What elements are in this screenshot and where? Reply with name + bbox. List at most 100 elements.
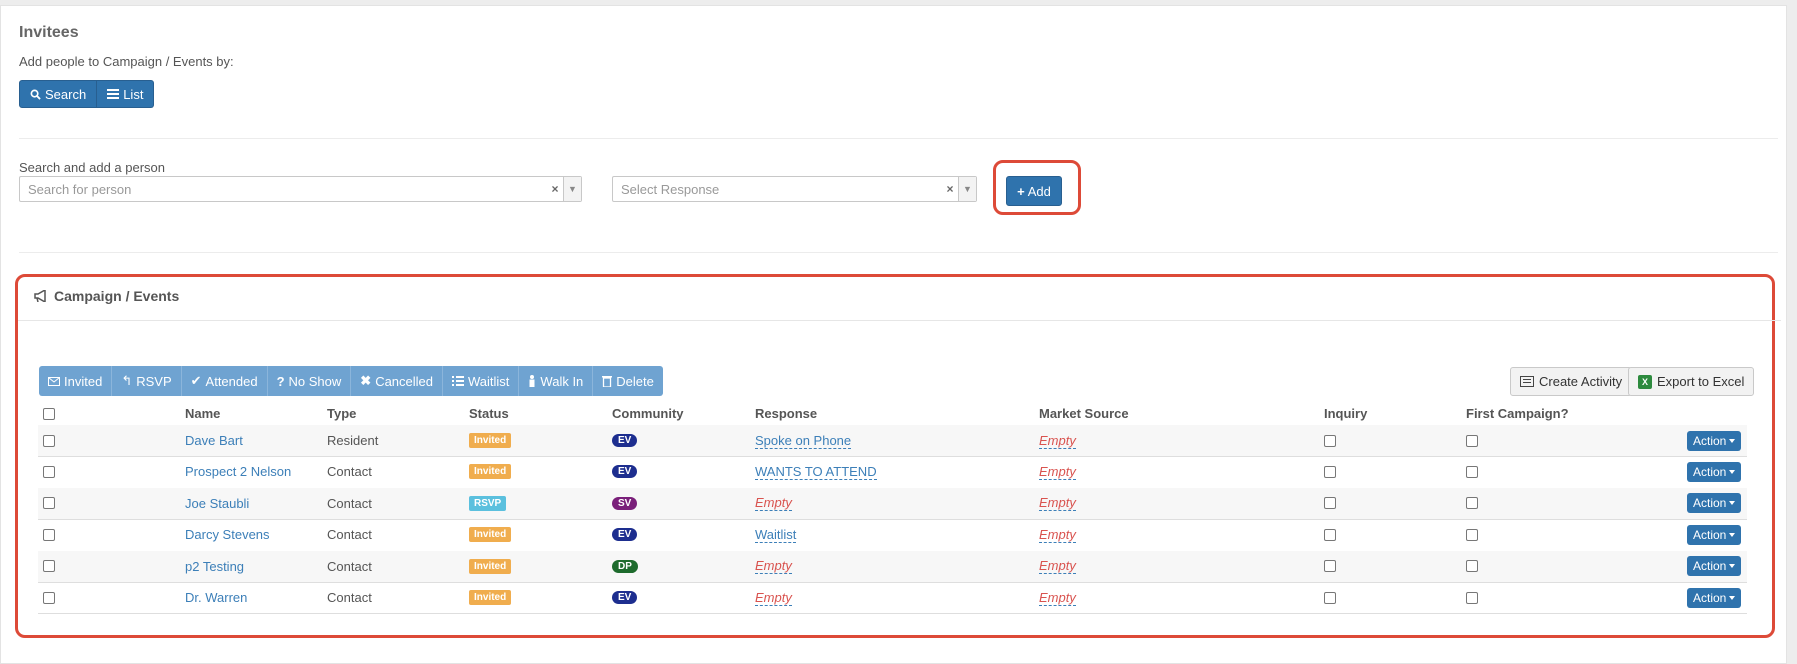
- row-checkbox[interactable]: [43, 497, 55, 510]
- col-first-campaign[interactable]: First Campaign?: [1466, 406, 1569, 421]
- row-checkbox[interactable]: [43, 465, 55, 478]
- no-show-button[interactable]: ? No Show: [267, 366, 352, 396]
- cancelled-button[interactable]: ✖ Cancelled: [351, 366, 444, 396]
- market-source-editable[interactable]: Empty: [1039, 558, 1076, 575]
- type-cell: Contact: [327, 456, 372, 487]
- response-editable[interactable]: Waitlist: [755, 527, 797, 543]
- search-mode-button[interactable]: Search: [19, 80, 98, 108]
- row-checkbox[interactable]: [43, 591, 55, 604]
- list-mode-button[interactable]: List: [97, 80, 155, 108]
- inquiry-checkbox[interactable]: [1324, 465, 1336, 478]
- person-link[interactable]: Darcy Stevens: [185, 527, 270, 542]
- col-name[interactable]: Name: [185, 406, 220, 421]
- action-button[interactable]: Action: [1687, 587, 1742, 608]
- first-campaign-cell: [1466, 488, 1478, 519]
- response-editable[interactable]: Empty: [755, 558, 792, 575]
- select-all-checkbox[interactable]: [43, 408, 55, 420]
- rsvp-button[interactable]: ↰ RSVP: [112, 366, 182, 396]
- response-select[interactable]: Select Response × ▼: [612, 176, 977, 202]
- community-cell: DP: [612, 551, 638, 582]
- inquiry-checkbox[interactable]: [1324, 497, 1336, 510]
- row-checkbox[interactable]: [43, 434, 55, 447]
- inquiry-checkbox[interactable]: [1324, 528, 1336, 541]
- invited-label: Invited: [64, 373, 103, 389]
- person-link[interactable]: Prospect 2 Nelson: [185, 464, 291, 479]
- clear-icon[interactable]: ×: [942, 182, 958, 196]
- response-editable[interactable]: Empty: [755, 495, 792, 512]
- community-badge: SV: [612, 496, 638, 510]
- first-campaign-checkbox[interactable]: [1466, 560, 1478, 573]
- row-select-cell: [43, 582, 55, 613]
- action-cell: Action: [1687, 425, 1742, 456]
- question-icon: ?: [276, 373, 285, 389]
- person-search-select[interactable]: Search for person × ▼: [19, 176, 582, 202]
- chevron-down-icon[interactable]: ▼: [563, 177, 581, 201]
- create-activity-button[interactable]: Create Activity: [1510, 367, 1633, 396]
- first-campaign-checkbox[interactable]: [1466, 497, 1478, 510]
- market-source-editable[interactable]: Empty: [1039, 464, 1076, 480]
- action-button-label: Action: [1693, 496, 1727, 511]
- inquiry-cell: [1324, 519, 1336, 550]
- name-cell: Dr. Warren: [185, 582, 247, 613]
- person-link[interactable]: Joe Staubli: [185, 496, 249, 511]
- col-response[interactable]: Response: [755, 406, 817, 421]
- person-link[interactable]: Dave Bart: [185, 433, 243, 448]
- attended-button[interactable]: ✔ Attended: [181, 366, 268, 396]
- col-community[interactable]: Community: [612, 406, 684, 421]
- action-cell: Action: [1687, 456, 1742, 487]
- inquiry-checkbox[interactable]: [1324, 591, 1336, 604]
- response-editable[interactable]: Empty: [755, 590, 792, 606]
- first-campaign-checkbox[interactable]: [1466, 591, 1478, 604]
- clear-icon[interactable]: ×: [547, 182, 563, 196]
- action-button[interactable]: Action: [1687, 556, 1742, 577]
- response-editable[interactable]: WANTS TO ATTEND: [755, 464, 877, 480]
- search-icon: [30, 89, 41, 100]
- col-inquiry[interactable]: Inquiry: [1324, 406, 1367, 421]
- market-source-editable[interactable]: Empty: [1039, 495, 1076, 512]
- delete-button[interactable]: Delete: [593, 366, 663, 396]
- excel-icon: X: [1638, 374, 1652, 389]
- row-checkbox[interactable]: [43, 528, 55, 541]
- list-ol-icon: [452, 376, 465, 386]
- col-status[interactable]: Status: [469, 406, 509, 421]
- cancelled-label: Cancelled: [375, 373, 434, 389]
- inquiry-checkbox[interactable]: [1324, 560, 1336, 573]
- chevron-down-icon[interactable]: ▼: [958, 177, 976, 201]
- walk-in-button[interactable]: Walk In: [519, 366, 594, 396]
- response-editable[interactable]: Spoke on Phone: [755, 433, 852, 449]
- col-type[interactable]: Type: [327, 406, 356, 421]
- market-source-editable[interactable]: Empty: [1039, 527, 1076, 543]
- action-button[interactable]: Action: [1687, 524, 1742, 545]
- action-button[interactable]: Action: [1687, 493, 1742, 514]
- person-type: Contact: [327, 464, 372, 480]
- first-campaign-checkbox[interactable]: [1466, 528, 1478, 541]
- waitlist-button[interactable]: Waitlist: [443, 366, 520, 396]
- col-market-source[interactable]: Market Source: [1039, 406, 1129, 421]
- caret-down-icon: [1729, 438, 1736, 443]
- first-campaign-checkbox[interactable]: [1466, 434, 1478, 447]
- market-source-cell: Empty: [1039, 488, 1076, 519]
- community-badge: EV: [612, 434, 638, 447]
- add-button[interactable]: + Add: [1006, 176, 1062, 206]
- action-button[interactable]: Action: [1687, 430, 1742, 451]
- status-badge: Invited: [469, 558, 512, 574]
- caret-down-icon: [1729, 532, 1736, 537]
- market-source-editable[interactable]: Empty: [1039, 433, 1076, 449]
- action-button[interactable]: Action: [1687, 461, 1742, 482]
- table-row: Dave Bart Resident Invited EV Spoke on Phone…: [38, 425, 1747, 456]
- export-excel-button[interactable]: X Export to Excel: [1628, 367, 1755, 396]
- status-badge: Invited: [469, 590, 512, 605]
- market-source-cell: Empty: [1039, 551, 1076, 582]
- inquiry-checkbox[interactable]: [1324, 434, 1336, 447]
- delete-label: Delete: [616, 373, 654, 389]
- market-source-editable[interactable]: Empty: [1039, 590, 1076, 606]
- person-link[interactable]: p2 Testing: [185, 559, 244, 574]
- first-campaign-cell: [1466, 519, 1478, 550]
- calendar-list-icon: [1520, 376, 1534, 387]
- table-row: Prospect 2 Nelson Contact Invited EV WANTS T…: [38, 456, 1747, 487]
- invited-button[interactable]: Invited: [39, 366, 113, 396]
- person-link[interactable]: Dr. Warren: [185, 590, 247, 605]
- list-mode-label: List: [123, 86, 144, 102]
- row-checkbox[interactable]: [43, 560, 55, 573]
- first-campaign-checkbox[interactable]: [1466, 465, 1478, 478]
